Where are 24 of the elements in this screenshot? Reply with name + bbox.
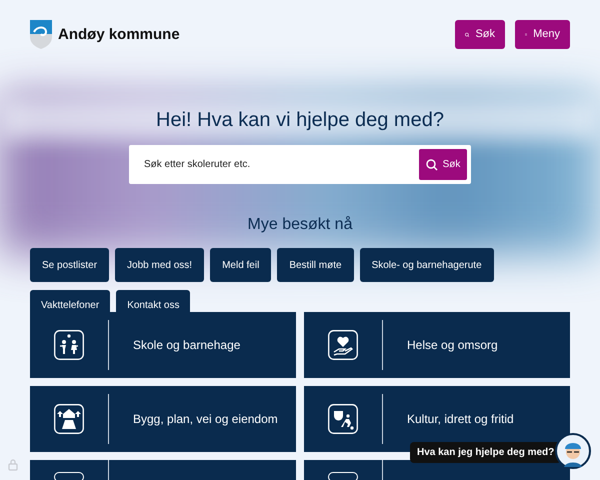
section-heading: Mye besøkt nå (246, 215, 354, 235)
category-card[interactable]: Bygg, plan, vei og eiendom (30, 386, 296, 452)
quick-link[interactable]: Skole- og barnehagerute (360, 248, 494, 282)
house-road-icon (54, 404, 84, 434)
search-icon (426, 158, 438, 170)
category-card[interactable]: Skole og barnehage (30, 312, 296, 378)
quick-link[interactable]: Kontakt oss (116, 290, 190, 312)
quick-link[interactable]: Bestill møte (277, 248, 354, 282)
quick-link[interactable]: Meld feil (210, 248, 272, 282)
logo-text[interactable]: Andøy kommune (58, 24, 180, 46)
quick-link[interactable]: Se postlister (30, 248, 110, 282)
shield-logo-icon (30, 20, 52, 49)
menu-button[interactable]: Meny (515, 20, 570, 49)
search-button[interactable]: Søk (419, 149, 467, 180)
search-field[interactable]: Søk etter skoleruter etc. Søk (129, 145, 471, 184)
chat-prompt[interactable]: Hva kan jeg hjelpe deg med? (410, 442, 562, 463)
quick-link[interactable]: Vakttelefoner (30, 290, 110, 312)
category-card[interactable]: Helse og omsorg (304, 312, 570, 378)
chatbot-avatar-icon[interactable] (555, 433, 591, 469)
children-icon (54, 330, 84, 360)
hero-heading: Hei! Hva kan vi hjelpe deg med? (155, 108, 445, 132)
mask-runner-icon (328, 404, 358, 434)
quick-link[interactable]: Jobb med oss! (115, 248, 204, 282)
search-button[interactable]: Søk (455, 20, 505, 49)
